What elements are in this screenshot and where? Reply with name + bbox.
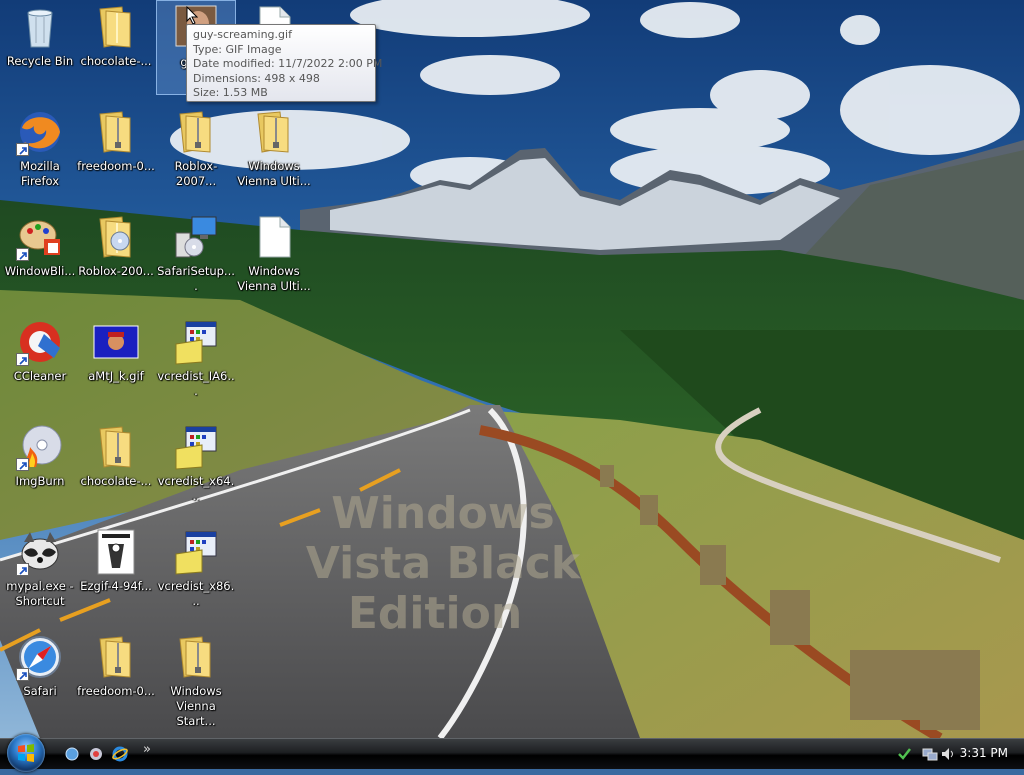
- taskbar: » 3:31 PM: [0, 734, 1024, 772]
- cd-burn-icon: [16, 423, 64, 471]
- volume-tray-icon[interactable]: [940, 746, 956, 762]
- desktop-icon-ezgif[interactable]: Ezgif-4-94f...: [76, 525, 156, 620]
- desktop-icon-mozilla-firefox[interactable]: Mozilla Firefox: [0, 105, 80, 200]
- raccoon-icon: [16, 528, 64, 576]
- shortcut-arrow-icon: [16, 668, 29, 681]
- shortcut-arrow-icon: [16, 563, 29, 576]
- desktop-icon-windows-vienna-ulti-file[interactable]: Windows Vienna Ulti...: [234, 210, 314, 305]
- quicklaunch-internet-explorer[interactable]: [112, 746, 128, 762]
- zip-folder-icon: [250, 108, 298, 156]
- document-icon: [250, 213, 298, 261]
- desktop-icon-roblox-2007-zip[interactable]: Roblox-2007...: [156, 105, 236, 200]
- switch-windows-icon: [90, 748, 102, 760]
- icon-label: chocolate-...: [80, 54, 152, 68]
- desktop-icon-safari[interactable]: Safari: [0, 630, 80, 725]
- desktop-icon-vcredist-x86[interactable]: vcredist_x86...: [156, 525, 236, 620]
- zip-folder-icon: [92, 108, 140, 156]
- icon-label: vcredist_IA6...: [157, 369, 235, 398]
- start-button[interactable]: [7, 734, 45, 772]
- icon-label: Ezgif-4-94f...: [80, 579, 152, 593]
- icon-label: Roblox-2007...: [174, 159, 218, 188]
- shortcut-arrow-icon: [16, 458, 29, 471]
- desktop-icon-freedoom-zip-2[interactable]: freedoom-0...: [76, 630, 156, 725]
- taskbar-clock[interactable]: 3:31 PM: [960, 746, 1008, 760]
- icon-label: Roblox-200...: [78, 264, 154, 278]
- icon-label: freedoom-0...: [77, 159, 155, 173]
- watermark-line-3: Edition: [348, 588, 522, 639]
- watermark-line-1: Windows: [331, 488, 555, 539]
- shortcut-arrow-icon: [16, 248, 29, 261]
- recycle-bin-icon: [16, 3, 64, 51]
- quicklaunch-switch-windows[interactable]: [88, 746, 104, 762]
- compass-icon: [16, 633, 64, 681]
- installer-icon: [172, 318, 220, 366]
- quicklaunch-more-button[interactable]: »: [143, 742, 159, 758]
- icon-label: Windows Vienna Ulti...: [237, 264, 311, 293]
- icon-label: Mozilla Firefox: [20, 159, 60, 188]
- zip-folder-icon: [172, 633, 220, 681]
- windows-logo-icon: [18, 744, 34, 762]
- desktop-icon-windowblinds[interactable]: WindowBli...: [0, 210, 80, 305]
- icon-label: Recycle Bin: [6, 54, 74, 68]
- tooltip-dimensions: Dimensions: 498 x 498: [193, 71, 320, 85]
- icon-label: SafariSetup....: [157, 264, 235, 293]
- folder-icon: [92, 3, 140, 51]
- firefox-icon: [16, 108, 64, 156]
- tooltip-size: Size: 1.53 MB: [193, 86, 268, 99]
- desktop-icon-windows-vienna-start[interactable]: Windows Vienna Start...: [156, 630, 236, 728]
- image-thumbnail-icon: [92, 318, 140, 366]
- installer-icon: [172, 423, 220, 471]
- icon-label: aMtJ_k.gif: [88, 369, 144, 383]
- icon-label: freedoom-0...: [77, 684, 155, 698]
- globe-icon: [65, 747, 79, 761]
- internet-explorer-icon: [112, 746, 128, 762]
- desktop-icon-vcredist-x64[interactable]: vcredist_x64...: [156, 420, 236, 515]
- zip-folder-icon: [92, 423, 140, 471]
- mouse-cursor-icon: [186, 6, 198, 25]
- security-tray-icon[interactable]: [896, 746, 912, 762]
- desktop-icon-chocolate-zip[interactable]: chocolate-...: [76, 420, 156, 515]
- ccleaner-icon: [16, 318, 64, 366]
- shortcut-arrow-icon: [16, 143, 29, 156]
- desktop-icon-recycle-bin[interactable]: Recycle Bin: [0, 0, 80, 95]
- desktop-icon-imgburn[interactable]: ImgBurn: [0, 420, 80, 515]
- image-thumbnail-icon: [92, 528, 140, 576]
- installer-icon: [172, 528, 220, 576]
- tooltip-date-modified: Date modified: 11/7/2022 2:00 PM: [193, 57, 383, 70]
- file-info-tooltip: guy-screaming.gif Type: GIF Image Date m…: [186, 24, 383, 102]
- icon-label: vcredist_x64...: [157, 474, 235, 503]
- desktop-icon-mypal-shortcut[interactable]: mypal.exe - Shortcut: [0, 525, 80, 620]
- icon-label: WindowBli...: [4, 264, 76, 278]
- desktop-icon-roblox-200[interactable]: Roblox-200...: [76, 210, 156, 305]
- icon-label: vcredist_x86...: [157, 579, 235, 608]
- quicklaunch-show-desktop[interactable]: [64, 746, 80, 762]
- icon-label: chocolate-...: [80, 474, 152, 488]
- desktop-icon-ccleaner[interactable]: CCleaner: [0, 315, 80, 410]
- setup-computer-icon: [172, 213, 220, 261]
- network-tray-icon[interactable]: [922, 746, 938, 762]
- desktop-icon-freedoom-zip[interactable]: freedoom-0...: [76, 105, 156, 200]
- icon-label: CCleaner: [13, 369, 67, 383]
- tooltip-filename: guy-screaming.gif: [193, 28, 292, 41]
- icon-label: Safari: [23, 684, 57, 698]
- zip-folder-icon: [92, 633, 140, 681]
- icon-label: Windows Vienna Ulti...: [237, 159, 311, 188]
- icon-label: Windows Vienna Start...: [170, 684, 222, 728]
- desktop-icon-amtj-gif[interactable]: aMtJ_k.gif: [76, 315, 156, 410]
- cd-folder-icon: [92, 213, 140, 261]
- tooltip-type: Type: GIF Image: [193, 42, 282, 56]
- palette-icon: [16, 213, 64, 261]
- zip-folder-icon: [172, 108, 220, 156]
- watermark-line-2: Vista Black: [306, 538, 582, 589]
- shortcut-arrow-icon: [16, 353, 29, 366]
- desktop-icon-vcredist-ia64[interactable]: vcredist_IA6...: [156, 315, 236, 410]
- desktop-icon-chocolate-folder[interactable]: chocolate-...: [76, 0, 156, 95]
- desktop-icon-safarisetup[interactable]: SafariSetup....: [156, 210, 236, 305]
- desktop-icon-windows-vienna-ulti-zip[interactable]: Windows Vienna Ulti...: [234, 105, 314, 200]
- icon-label: ImgBurn: [15, 474, 65, 488]
- icon-label: mypal.exe - Shortcut: [6, 579, 74, 608]
